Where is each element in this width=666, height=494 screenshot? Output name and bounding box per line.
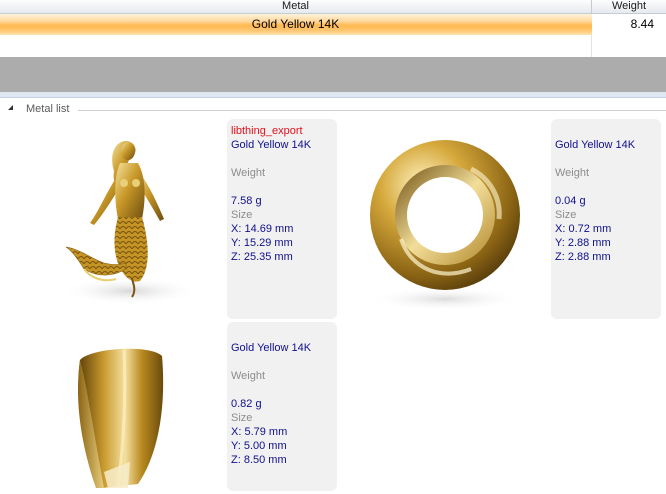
metal-name: Gold Yellow 14K bbox=[231, 139, 312, 151]
size-y: Y: 15.29 mm bbox=[231, 237, 293, 249]
size-z: Z: 8.50 mm bbox=[231, 454, 287, 466]
size-y: Y: 2.88 mm bbox=[555, 237, 611, 249]
table-header: Metal Weight bbox=[0, 0, 666, 14]
mermaid-render bbox=[60, 141, 200, 305]
collapse-triangle-icon[interactable] bbox=[8, 105, 13, 110]
weight-value: 0.82 g bbox=[231, 398, 262, 410]
size-x: X: 0.72 mm bbox=[555, 223, 612, 235]
weight-label: Weight bbox=[231, 167, 266, 179]
splitter[interactable] bbox=[0, 92, 666, 98]
column-header-metal[interactable]: Metal bbox=[0, 0, 592, 13]
size-y: Y: 5.00 mm bbox=[231, 440, 287, 452]
size-x: X: 14.69 mm bbox=[231, 223, 294, 235]
size-z: Z: 25.35 mm bbox=[231, 251, 293, 263]
size-x: X: 5.79 mm bbox=[231, 426, 288, 438]
column-header-weight[interactable]: Weight bbox=[592, 0, 666, 13]
bail-render bbox=[77, 348, 164, 488]
weight-label: Weight bbox=[555, 167, 590, 179]
weight-value: 0.04 g bbox=[555, 195, 586, 207]
size-label: Size bbox=[231, 209, 253, 221]
bail-image bbox=[0, 322, 226, 491]
size-label: Size bbox=[555, 209, 577, 221]
jump-ring-image bbox=[341, 119, 549, 319]
ring-render bbox=[367, 140, 523, 311]
group-title: Metal list bbox=[26, 103, 70, 115]
metal-card[interactable]: Gold Yellow 14K Weight 0.04 g Size X: 0.… bbox=[341, 119, 666, 319]
cell-metal: Gold Yellow 14K bbox=[251, 17, 340, 31]
metal-name: Gold Yellow 14K bbox=[555, 139, 636, 151]
metal-list-group-header[interactable]: Metal list bbox=[0, 101, 666, 118]
size-label: Size bbox=[231, 412, 253, 424]
mermaid-pendant-image bbox=[0, 119, 226, 319]
metal-card[interactable]: Gold Yellow 14K Weight 0.82 g Size X: 5.… bbox=[0, 322, 340, 491]
table-row[interactable]: Gold Yellow 14K 8.44 bbox=[0, 14, 666, 35]
weight-value: 7.58 g bbox=[231, 195, 262, 207]
metal-name: Gold Yellow 14K bbox=[231, 342, 312, 354]
size-z: Z: 2.88 mm bbox=[555, 251, 611, 263]
table-row-empty[interactable] bbox=[0, 35, 666, 58]
table-empty-area bbox=[0, 57, 666, 92]
card-info-panel: libthing_export Gold Yellow 14K Weight 7… bbox=[227, 119, 337, 319]
metal-card[interactable]: libthing_export Gold Yellow 14K Weight 7… bbox=[0, 119, 340, 319]
project-name[interactable]: libthing_export bbox=[231, 124, 333, 138]
weight-label: Weight bbox=[231, 370, 266, 382]
group-divider bbox=[78, 110, 666, 111]
card-info-panel: Gold Yellow 14K Weight 0.04 g Size X: 0.… bbox=[551, 119, 661, 319]
card-info-panel: Gold Yellow 14K Weight 0.82 g Size X: 5.… bbox=[227, 322, 337, 491]
cell-weight: 8.44 bbox=[592, 14, 666, 35]
column-divider bbox=[591, 35, 592, 57]
